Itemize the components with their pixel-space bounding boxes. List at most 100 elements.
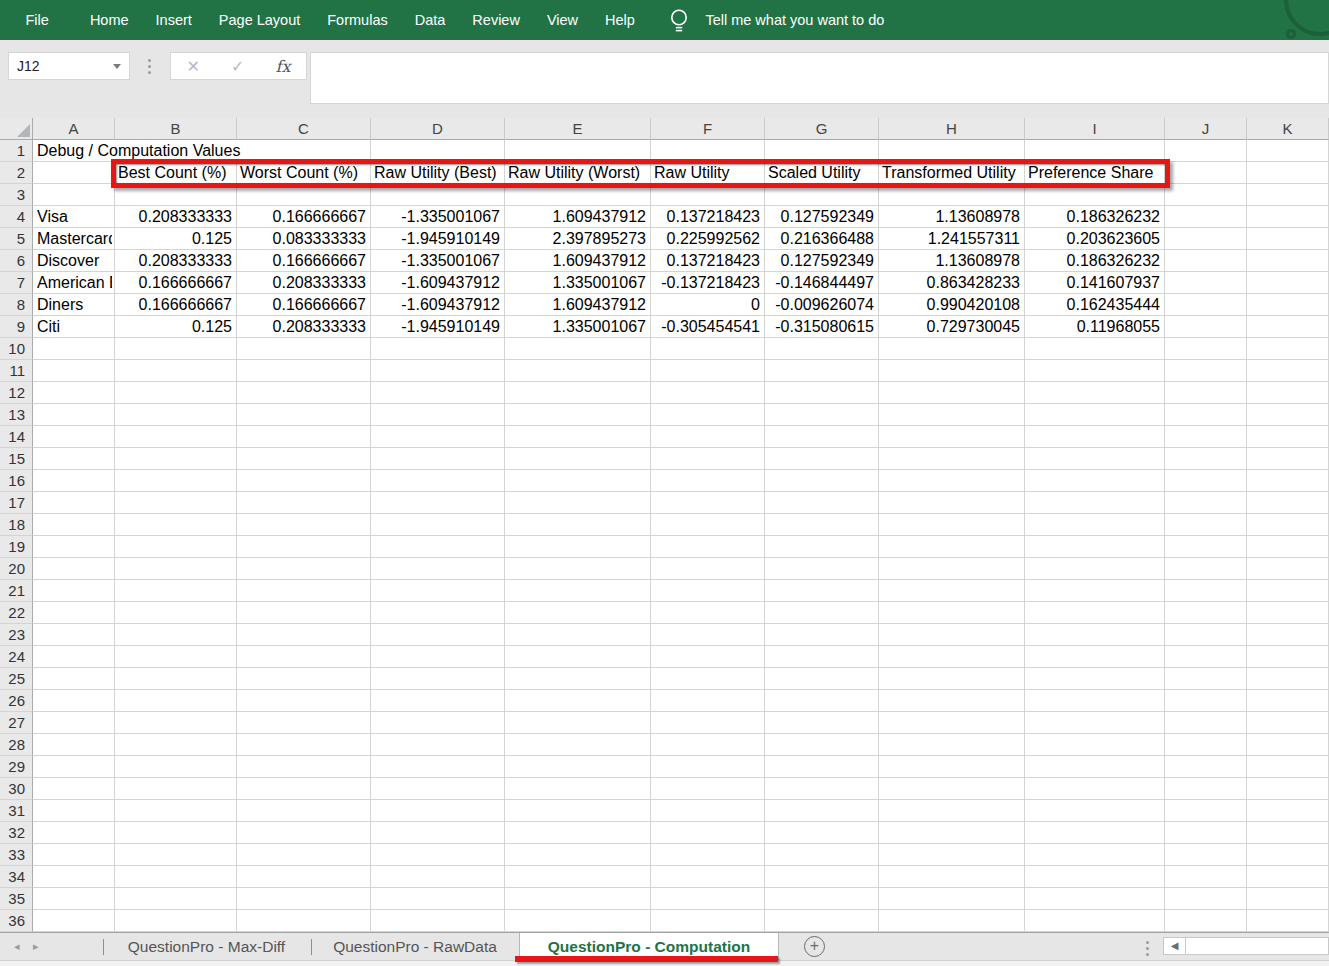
cell-E33[interactable] (505, 844, 651, 866)
cell-J19[interactable] (1165, 536, 1247, 558)
cell-E5[interactable]: 2.397895273 (505, 228, 651, 250)
cell-G36[interactable] (765, 910, 879, 932)
cell-A11[interactable] (33, 360, 115, 382)
cell-K22[interactable] (1247, 602, 1329, 624)
cell-G16[interactable] (765, 470, 879, 492)
cell-H26[interactable] (879, 690, 1025, 712)
cell-D17[interactable] (371, 492, 505, 514)
cell-I31[interactable] (1025, 800, 1165, 822)
cell-J21[interactable] (1165, 580, 1247, 602)
row-header-17[interactable]: 17 (0, 492, 33, 514)
cell-G31[interactable] (765, 800, 879, 822)
cell-C29[interactable] (237, 756, 371, 778)
cell-G28[interactable] (765, 734, 879, 756)
cell-B28[interactable] (115, 734, 237, 756)
row-header-21[interactable]: 21 (0, 580, 33, 602)
cell-H6[interactable]: 1.13608978 (879, 250, 1025, 272)
cell-J30[interactable] (1165, 778, 1247, 800)
cell-B15[interactable] (115, 448, 237, 470)
cell-K13[interactable] (1247, 404, 1329, 426)
cell-A8[interactable]: Diners (33, 294, 115, 316)
cell-A10[interactable] (33, 338, 115, 360)
cell-C31[interactable] (237, 800, 371, 822)
cell-B18[interactable] (115, 514, 237, 536)
cell-I16[interactable] (1025, 470, 1165, 492)
cell-A15[interactable] (33, 448, 115, 470)
row-header-12[interactable]: 12 (0, 382, 33, 404)
cell-F32[interactable] (651, 822, 765, 844)
row-header-30[interactable]: 30 (0, 778, 33, 800)
cell-J17[interactable] (1165, 492, 1247, 514)
cell-B32[interactable] (115, 822, 237, 844)
cell-E27[interactable] (505, 712, 651, 734)
cell-B24[interactable] (115, 646, 237, 668)
cell-E4[interactable]: 1.609437912 (505, 206, 651, 228)
cell-C21[interactable] (237, 580, 371, 602)
cell-J6[interactable] (1165, 250, 1247, 272)
formula-input[interactable] (310, 52, 1329, 104)
cell-H23[interactable] (879, 624, 1025, 646)
cell-J25[interactable] (1165, 668, 1247, 690)
cell-F11[interactable] (651, 360, 765, 382)
cell-K21[interactable] (1247, 580, 1329, 602)
cell-F4[interactable]: 0.137218423 (651, 206, 765, 228)
cell-G11[interactable] (765, 360, 879, 382)
cell-K19[interactable] (1247, 536, 1329, 558)
cell-E35[interactable] (505, 888, 651, 910)
cell-A24[interactable] (33, 646, 115, 668)
cell-F22[interactable] (651, 602, 765, 624)
row-header-8[interactable]: 8 (0, 294, 33, 316)
cell-K14[interactable] (1247, 426, 1329, 448)
cell-J5[interactable] (1165, 228, 1247, 250)
cell-E22[interactable] (505, 602, 651, 624)
cell-H8[interactable]: 0.990420108 (879, 294, 1025, 316)
cell-D25[interactable] (371, 668, 505, 690)
cell-G10[interactable] (765, 338, 879, 360)
cell-B13[interactable] (115, 404, 237, 426)
cell-D35[interactable] (371, 888, 505, 910)
row-header-1[interactable]: 1 (0, 140, 33, 162)
column-header-D[interactable]: D (371, 118, 505, 140)
cell-F29[interactable] (651, 756, 765, 778)
cell-J1[interactable] (1165, 140, 1247, 162)
cell-I34[interactable] (1025, 866, 1165, 888)
cell-G34[interactable] (765, 866, 879, 888)
cell-B6[interactable]: 0.208333333 (115, 250, 237, 272)
cell-A18[interactable] (33, 514, 115, 536)
cell-F24[interactable] (651, 646, 765, 668)
cell-J29[interactable] (1165, 756, 1247, 778)
cell-J22[interactable] (1165, 602, 1247, 624)
name-box-dropdown-icon[interactable] (113, 64, 121, 69)
cell-B31[interactable] (115, 800, 237, 822)
cell-A20[interactable] (33, 558, 115, 580)
cell-C13[interactable] (237, 404, 371, 426)
cell-B11[interactable] (115, 360, 237, 382)
cell-E10[interactable] (505, 338, 651, 360)
row-header-20[interactable]: 20 (0, 558, 33, 580)
cell-K32[interactable] (1247, 822, 1329, 844)
cell-C12[interactable] (237, 382, 371, 404)
cell-A31[interactable] (33, 800, 115, 822)
cell-D13[interactable] (371, 404, 505, 426)
cell-D27[interactable] (371, 712, 505, 734)
cell-D4[interactable]: -1.335001067 (371, 206, 505, 228)
cell-E24[interactable] (505, 646, 651, 668)
cell-H10[interactable] (879, 338, 1025, 360)
cell-C30[interactable] (237, 778, 371, 800)
cell-I8[interactable]: 0.162435444 (1025, 294, 1165, 316)
cell-E23[interactable] (505, 624, 651, 646)
cell-A35[interactable] (33, 888, 115, 910)
cell-B26[interactable] (115, 690, 237, 712)
row-header-29[interactable]: 29 (0, 756, 33, 778)
cell-K11[interactable] (1247, 360, 1329, 382)
cell-K9[interactable] (1247, 316, 1329, 338)
cell-G24[interactable] (765, 646, 879, 668)
cell-C19[interactable] (237, 536, 371, 558)
cell-I33[interactable] (1025, 844, 1165, 866)
cell-G29[interactable] (765, 756, 879, 778)
cell-A34[interactable] (33, 866, 115, 888)
cell-A36[interactable] (33, 910, 115, 932)
cell-J34[interactable] (1165, 866, 1247, 888)
cell-D28[interactable] (371, 734, 505, 756)
cell-H28[interactable] (879, 734, 1025, 756)
